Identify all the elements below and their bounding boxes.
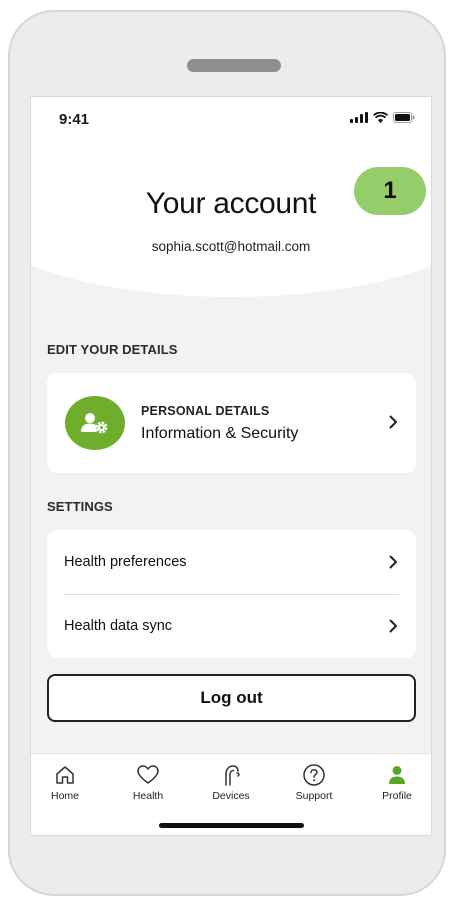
tab-label: Health bbox=[132, 790, 164, 802]
heart-icon bbox=[116, 762, 180, 788]
tab-support[interactable]: Support bbox=[282, 762, 346, 802]
user-gear-icon bbox=[65, 396, 125, 450]
tab-home[interactable]: Home bbox=[33, 762, 97, 802]
status-icons bbox=[350, 112, 415, 123]
wifi-icon bbox=[373, 112, 388, 123]
profile-icon bbox=[365, 762, 429, 788]
status-time: 9:41 bbox=[59, 111, 90, 128]
settings-section-label: SETTINGS bbox=[47, 499, 113, 514]
tab-label: Support bbox=[295, 790, 333, 802]
settings-item-label: Health data sync bbox=[64, 618, 173, 634]
page-title: Your account bbox=[145, 187, 317, 220]
tab-label: Home bbox=[50, 790, 79, 802]
personal-details-subtitle: Information & Security bbox=[141, 425, 299, 442]
account-email: sophia.scott@hotmail.com bbox=[151, 239, 311, 254]
phone-speaker bbox=[187, 59, 281, 72]
hearing-aid-icon bbox=[199, 762, 263, 788]
tab-health[interactable]: Health bbox=[116, 762, 180, 802]
tab-label: Profile bbox=[382, 790, 412, 802]
chevron-right-icon bbox=[389, 415, 398, 429]
tab-label: Devices bbox=[212, 790, 250, 802]
personal-details-card[interactable]: PERSONAL DETAILS Information & Security bbox=[47, 373, 416, 473]
app-screen: 9:41 1 Your account sophia.scott@hotmail… bbox=[30, 96, 432, 836]
battery-icon bbox=[393, 112, 415, 123]
home-indicator bbox=[159, 823, 304, 828]
tab-devices[interactable]: Devices bbox=[199, 762, 263, 802]
help-icon bbox=[282, 762, 346, 788]
bottom-tab-bar: Home Health Devices Support Profile bbox=[31, 753, 431, 835]
settings-card: Health preferences Health data sync bbox=[47, 530, 416, 658]
tab-profile[interactable]: Profile bbox=[365, 762, 429, 802]
personal-details-title: PERSONAL DETAILS bbox=[141, 404, 270, 418]
settings-item-health-preferences[interactable]: Health preferences bbox=[47, 530, 416, 594]
settings-item-label: Health preferences bbox=[64, 554, 187, 570]
signal-icon bbox=[350, 112, 368, 123]
home-icon bbox=[33, 762, 97, 788]
chevron-right-icon bbox=[389, 619, 398, 633]
edit-details-section-label: EDIT YOUR DETAILS bbox=[47, 342, 178, 357]
logout-button[interactable]: Log out bbox=[47, 674, 416, 722]
chevron-right-icon bbox=[389, 555, 398, 569]
settings-item-health-data-sync[interactable]: Health data sync bbox=[47, 594, 416, 658]
